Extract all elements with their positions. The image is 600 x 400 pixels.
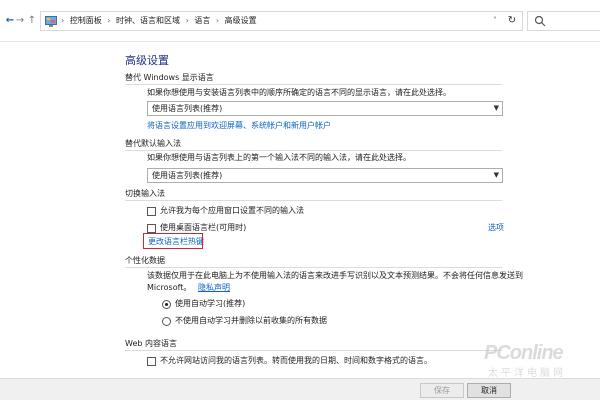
highlight-box (143, 233, 203, 249)
watermark-sub-text: 太平洋电脑网 (488, 368, 566, 379)
apply-to-welcome-screen-link[interactable]: 将语言设置应用到欢迎屏幕、系统帐户和新用户帐户 (147, 120, 507, 132)
divider (125, 84, 502, 85)
page-title: 高级设置 (125, 54, 169, 67)
footer-bar: 保存 取消 (0, 378, 600, 400)
web-language-checkbox[interactable] (147, 357, 156, 366)
web-language-checkbox-row[interactable]: 不允许网站访问我的语言列表。转而使用我的日期、时间和数字格式的语言。 (147, 355, 447, 367)
microsoft-text: Microsoft。 (147, 283, 192, 292)
chevron-down-icon: ▼ (493, 171, 499, 179)
save-button[interactable]: 保存 (420, 383, 464, 398)
navigation-bar: ← → ↑ › 控制面板 › 时钟、语言和区域 › 语言 › 高级设置 ˅ ↻ (0, 0, 600, 42)
no-auto-learning-label: 不使用自动学习并删除以前收集的所有数据 (175, 316, 327, 325)
per-app-input-checkbox-row[interactable]: 允许我为每个应用窗口设置不同的输入法 (147, 205, 447, 217)
auto-learning-radio[interactable] (162, 300, 171, 309)
display-language-heading: 替代 Windows 显示语言 (125, 73, 214, 82)
display-language-select[interactable]: 使用语言列表(推荐) ▼ (147, 101, 503, 116)
web-content-heading: Web 内容语言 (125, 339, 177, 348)
input-method-heading: 替代默认输入法 (125, 139, 181, 148)
personalization-heading: 个性化数据 (125, 256, 165, 265)
watermark-logo-text: PConline (484, 342, 564, 364)
divider (125, 200, 502, 201)
web-language-label: 不允许网站访问我的语言列表。转而使用我的日期、时间和数字格式的语言。 (160, 356, 432, 365)
breadcrumb-item-advanced-settings[interactable]: 高级设置 (225, 16, 257, 25)
up-arrow-icon[interactable]: ↑ (26, 15, 38, 27)
cancel-button[interactable]: 取消 (467, 383, 511, 398)
control-panel-icon (45, 16, 57, 27)
input-method-description: 如果你想使用与语言列表上的第一个输入法不同的输入法，请在此处选择。 (147, 153, 411, 162)
per-app-input-checkbox[interactable] (147, 207, 156, 216)
breadcrumb-item-clock-language-region[interactable]: 时钟、语言和区域 (116, 16, 180, 25)
no-auto-learning-radio-row[interactable]: 不使用自动学习并删除以前收集的所有数据 (162, 315, 462, 327)
main-content: 高级设置 替代 Windows 显示语言 如果你想使用与安装语言列表中的顺序所确… (0, 42, 600, 378)
refresh-icon[interactable]: ↻ (506, 15, 518, 27)
per-app-input-label: 允许我为每个应用窗口设置不同的输入法 (160, 206, 304, 215)
display-language-select-value: 使用语言列表(推荐) (152, 104, 223, 113)
divider (125, 150, 502, 151)
input-method-select[interactable]: 使用语言列表(推荐) ▼ (147, 168, 503, 183)
search-box[interactable] (527, 11, 600, 31)
personalization-description: 该数据仅用于在此电脑上为不使用输入法的语言来改进手写识别以及文本预测结果。不会将… (147, 271, 523, 280)
options-link[interactable]: 选项 (488, 222, 504, 234)
watermark: PConline 太平洋电脑网 (468, 342, 598, 379)
address-dropdown-icon[interactable]: ˅ (490, 16, 500, 26)
search-icon (534, 15, 546, 27)
address-bar[interactable]: › 控制面板 › 时钟、语言和区域 › 语言 › 高级设置 ˅ ↻ (40, 11, 523, 31)
no-auto-learning-radio[interactable] (162, 317, 171, 326)
desktop-language-bar-checkbox[interactable] (147, 224, 156, 233)
chevron-down-icon: ▼ (493, 104, 499, 112)
switch-input-heading: 切换输入法 (125, 189, 165, 198)
auto-learning-label: 使用自动学习(推荐) (175, 299, 246, 308)
divider (125, 350, 502, 351)
breadcrumb-item-language[interactable]: 语言 (194, 16, 210, 25)
auto-learning-radio-row[interactable]: 使用自动学习(推荐) (162, 298, 462, 310)
divider (125, 267, 502, 268)
display-language-description: 如果你想使用与安装语言列表中的顺序所确定的语言不同的显示语言，请在此处选择。 (147, 88, 451, 97)
breadcrumb: › 控制面板 › 时钟、语言和区域 › 语言 › 高级设置 (61, 16, 257, 25)
privacy-statement-link[interactable]: 隐私声明 (198, 283, 230, 292)
forward-arrow-icon[interactable]: → (14, 15, 26, 27)
personalization-description-line2: Microsoft。 隐私声明 (147, 282, 507, 294)
input-method-select-value: 使用语言列表(推荐) (152, 171, 223, 180)
breadcrumb-item-control-panel[interactable]: 控制面板 (70, 16, 102, 25)
